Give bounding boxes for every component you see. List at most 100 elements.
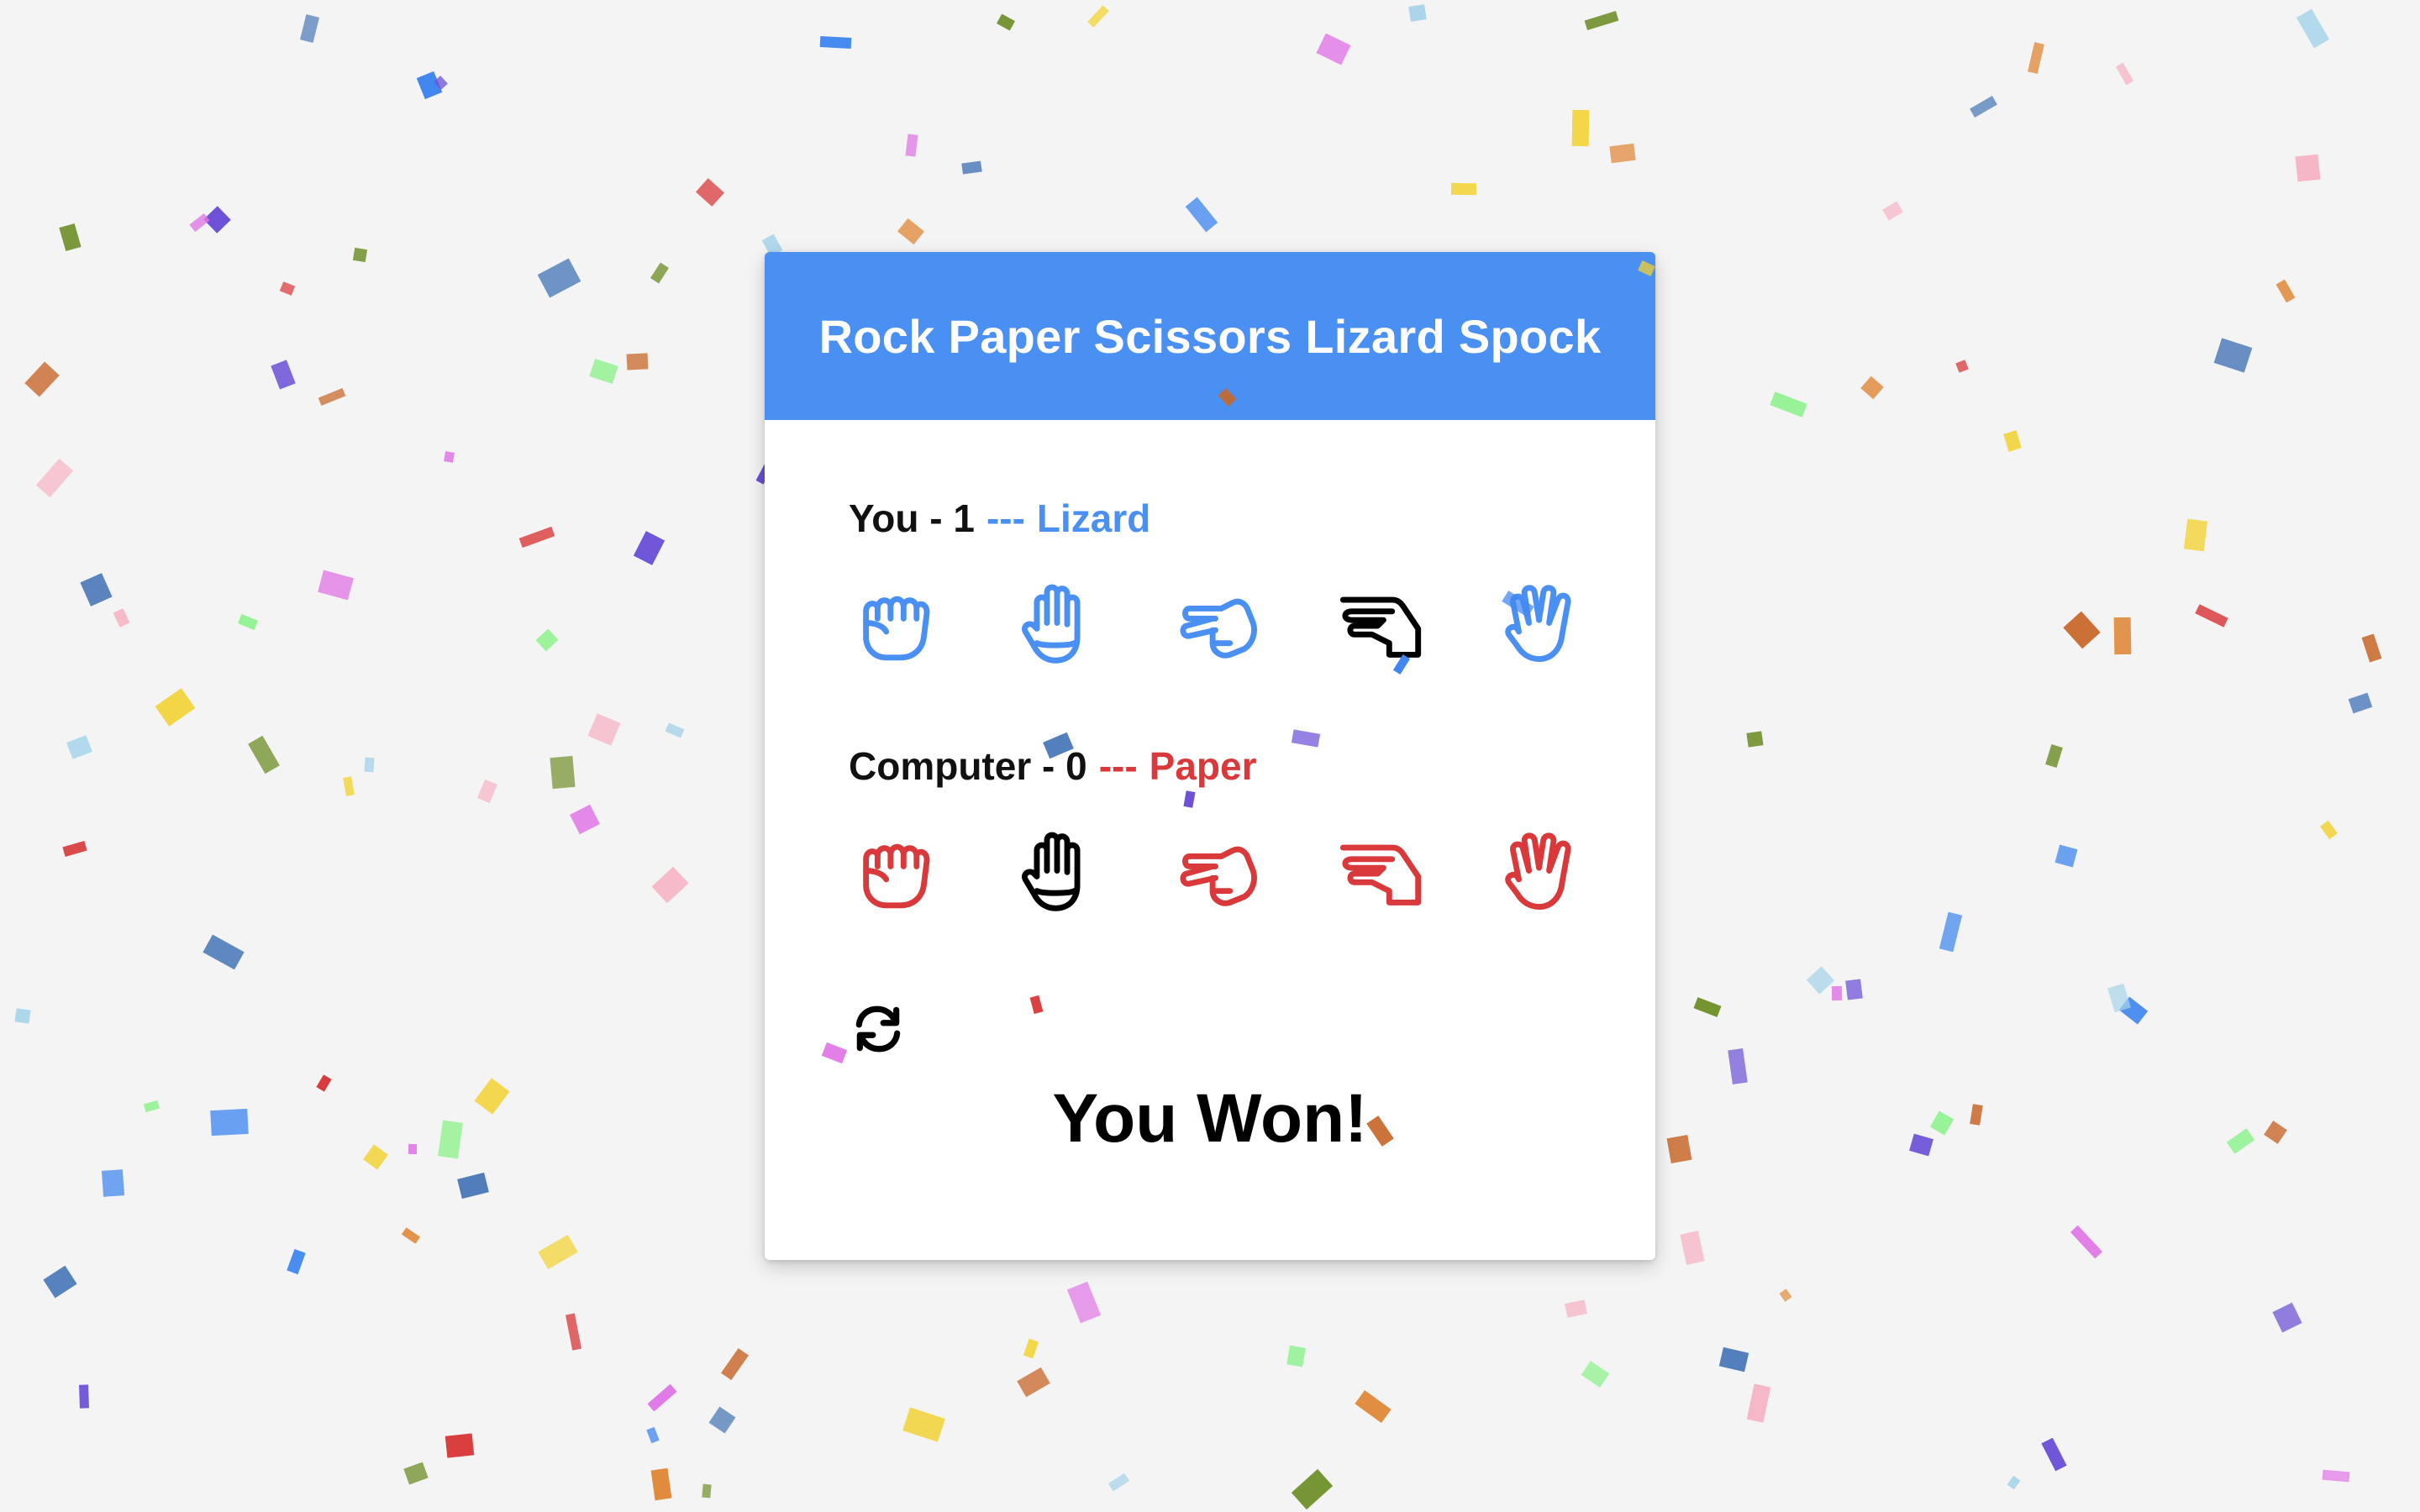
- confetti-piece: [708, 1406, 736, 1434]
- confetti-piece: [1316, 33, 1351, 66]
- confetti-piece: [80, 573, 113, 606]
- confetti-piece: [279, 281, 296, 296]
- confetti-piece: [565, 1313, 582, 1351]
- confetti-piece: [62, 841, 87, 857]
- confetti-piece: [248, 735, 280, 774]
- confetti-piece: [299, 14, 320, 43]
- confetti-piece: [570, 804, 600, 835]
- confetti-piece: [1970, 96, 1997, 118]
- confetti-piece: [538, 1234, 578, 1270]
- hand-rock-icon: [863, 596, 930, 661]
- player-option-scissors[interactable]: [1168, 575, 1269, 676]
- confetti-piece: [1831, 985, 1843, 1001]
- confetti-piece: [189, 213, 210, 233]
- confetti-piece: [2195, 604, 2228, 627]
- computer-option-scissors: [1168, 823, 1269, 924]
- confetti-piece: [14, 1008, 31, 1024]
- confetti-piece: [101, 1169, 125, 1197]
- computer-option-spock: [1491, 823, 1592, 924]
- confetti-piece: [626, 353, 649, 370]
- player-option-lizard[interactable]: [1330, 575, 1431, 676]
- player-separator: ---: [986, 496, 1025, 540]
- confetti-piece: [2320, 820, 2338, 840]
- confetti-piece: [665, 722, 685, 738]
- confetti-piece: [364, 757, 375, 773]
- confetti-piece: [210, 1108, 249, 1137]
- hand-rock-icon: [863, 843, 930, 909]
- confetti-piece: [1882, 201, 1903, 221]
- confetti-piece: [363, 1144, 388, 1170]
- confetti-piece: [1680, 1231, 1705, 1265]
- confetti-piece: [1746, 1383, 1771, 1423]
- confetti-piece: [721, 1347, 749, 1381]
- confetti-piece: [2070, 1225, 2103, 1259]
- confetti-piece: [66, 735, 92, 759]
- confetti-piece: [476, 779, 498, 804]
- confetti-piece: [902, 1407, 945, 1442]
- confetti-piece: [155, 688, 196, 727]
- confetti-piece: [650, 262, 670, 284]
- confetti-piece: [203, 206, 231, 234]
- confetti-piece: [905, 134, 918, 157]
- confetti-piece: [589, 359, 618, 384]
- computer-choice: Paper: [1149, 744, 1257, 788]
- confetti-piece: [457, 1172, 489, 1200]
- confetti-piece: [1564, 1299, 1588, 1318]
- confetti-piece: [1746, 731, 1764, 748]
- confetti-piece: [474, 1078, 510, 1115]
- hand-scissors-icon: [1180, 846, 1257, 906]
- confetti-piece: [2003, 430, 2022, 452]
- confetti-piece: [1779, 1289, 1792, 1302]
- confetti-piece: [1939, 911, 1963, 953]
- confetti-piece: [587, 713, 621, 746]
- confetti-piece: [2118, 996, 2149, 1025]
- confetti-piece: [633, 531, 666, 565]
- confetti-piece: [1571, 109, 1590, 147]
- confetti-piece: [537, 258, 581, 298]
- confetti-piece: [445, 1433, 475, 1458]
- reset-button[interactable]: [844, 995, 912, 1063]
- confetti-piece: [702, 1483, 712, 1499]
- game-header: Rock Paper Scissors Lizard Spock: [765, 252, 1655, 420]
- confetti-piece: [1066, 1281, 1102, 1324]
- confetti-piece: [1770, 391, 1807, 417]
- confetti-piece: [897, 218, 925, 245]
- confetti-piece: [1693, 997, 1722, 1017]
- confetti-piece: [113, 608, 130, 627]
- confetti-piece: [1584, 11, 1619, 30]
- confetti-piece: [2045, 743, 2063, 769]
- confetti-piece: [1860, 375, 1884, 400]
- confetti-piece: [1291, 1468, 1334, 1510]
- confetti-piece: [1087, 5, 1109, 28]
- confetti-piece: [647, 1383, 677, 1412]
- confetti-piece: [434, 75, 448, 91]
- hand-spock-icon: [1505, 585, 1571, 662]
- confetti-piece: [24, 361, 60, 397]
- confetti-piece: [438, 1120, 463, 1159]
- confetti-piece: [2213, 338, 2253, 373]
- player-score-label: You - 1 --- Lizard: [849, 496, 1150, 541]
- player-option-rock[interactable]: [844, 575, 945, 676]
- player-option-spock[interactable]: [1491, 575, 1592, 676]
- confetti-piece: [819, 36, 852, 49]
- confetti-piece: [1581, 1361, 1610, 1388]
- player-score: You - 1: [849, 496, 975, 540]
- confetti-piece: [287, 1248, 306, 1275]
- confetti-piece: [318, 388, 346, 406]
- confetti-piece: [79, 1384, 89, 1409]
- confetti-piece: [2115, 62, 2134, 86]
- confetti-piece: [43, 1265, 77, 1299]
- confetti-piece: [416, 71, 443, 100]
- confetti-piece: [401, 1227, 421, 1244]
- confetti-piece: [1355, 1389, 1392, 1424]
- confetti-piece: [59, 223, 82, 252]
- player-option-paper[interactable]: [1007, 575, 1107, 676]
- confetti-piece: [1718, 1347, 1749, 1373]
- confetti-piece: [352, 247, 368, 263]
- confetti-piece: [2348, 692, 2373, 714]
- confetti-piece: [238, 614, 258, 630]
- confetti-piece: [1286, 1345, 1306, 1368]
- confetti-piece: [444, 451, 455, 463]
- computer-option-lizard: [1330, 823, 1431, 924]
- hand-scissors-icon: [1180, 598, 1257, 659]
